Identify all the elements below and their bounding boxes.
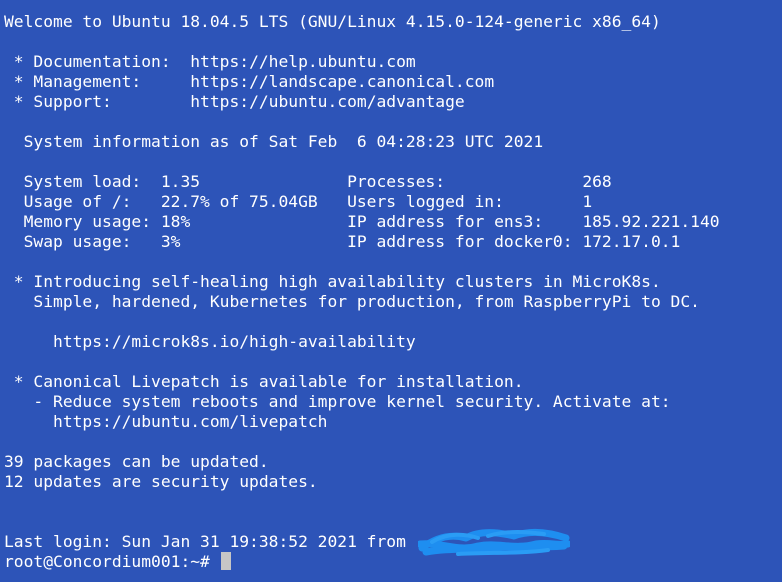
microk8s-intro: * Introducing self-healing high availabi… <box>4 272 661 291</box>
support-link[interactable]: https://ubuntu.com/advantage <box>190 92 464 111</box>
management-line: * Management: https://landscape.canonica… <box>4 72 782 92</box>
management-label: * Management: <box>4 72 191 91</box>
sysinfo-row-swap: Swap usage: 3% IP address for docker0: 1… <box>4 232 681 251</box>
redaction-scribble <box>418 528 570 556</box>
security-update-count: 12 updates are security updates. <box>4 472 318 491</box>
sysinfo-row-memory: Memory usage: 18% IP address for ens3: 1… <box>4 212 720 231</box>
livepatch-desc: - Reduce system reboots and improve kern… <box>4 392 671 411</box>
documentation-label: * Documentation: <box>4 52 191 71</box>
microk8s-link[interactable]: https://microk8s.io/high-availability <box>4 332 782 352</box>
documentation-link[interactable]: https://help.ubuntu.com <box>190 52 415 71</box>
sysinfo-row-load: System load: 1.35 Processes: 268 <box>4 172 612 191</box>
last-login-line: Last login: Sun Jan 31 19:38:52 2021 fro… <box>4 532 406 551</box>
packages-update-count: 39 packages can be updated. <box>4 452 269 471</box>
livepatch-link[interactable]: https://ubuntu.com/livepatch <box>4 412 782 432</box>
shell-prompt: root@Concordium001:~# <box>4 552 220 571</box>
documentation-line: * Documentation: https://help.ubuntu.com <box>4 52 782 72</box>
support-line: * Support: https://ubuntu.com/advantage <box>4 92 782 112</box>
sysinfo-row-usage: Usage of /: 22.7% of 75.04GB Users logge… <box>4 192 593 211</box>
management-link[interactable]: https://landscape.canonical.com <box>190 72 494 91</box>
welcome-message: Welcome to Ubuntu 18.04.5 LTS (GNU/Linux… <box>4 12 661 31</box>
sysinfo-header: System information as of Sat Feb 6 04:28… <box>4 132 544 151</box>
livepatch-intro: * Canonical Livepatch is available for i… <box>4 372 524 391</box>
terminal-cursor <box>220 552 231 570</box>
terminal-window[interactable]: Welcome to Ubuntu 18.04.5 LTS (GNU/Linux… <box>0 0 782 582</box>
support-label: * Support: <box>4 92 191 111</box>
prompt-line[interactable]: root@Concordium001:~# <box>4 552 782 572</box>
microk8s-desc: Simple, hardened, Kubernetes for product… <box>4 292 700 311</box>
